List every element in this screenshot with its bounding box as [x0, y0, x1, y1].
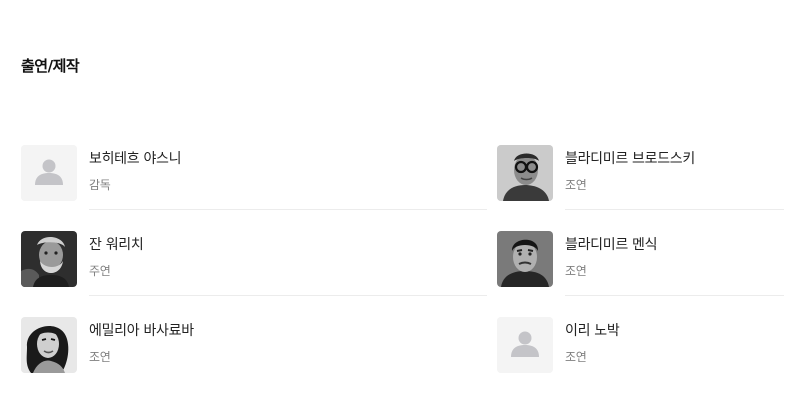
cast-name[interactable]: 잔 워리치 — [89, 236, 497, 254]
cast-item[interactable]: 이리 노박 조연 — [497, 317, 794, 373]
cast-item[interactable]: 잔 워리치 주연 — [21, 231, 497, 296]
cast-info: 보히테흐 야스니 감독 — [89, 145, 497, 210]
cast-item[interactable]: 에밀리아 바사료바 조연 — [21, 317, 497, 373]
cast-role: 조연 — [565, 350, 587, 364]
person-placeholder-icon — [21, 145, 77, 201]
cast-item[interactable]: 블라디미르 브로드스키 조연 — [497, 145, 794, 210]
cast-name[interactable]: 이리 노박 — [565, 322, 794, 340]
person-placeholder-icon — [497, 317, 553, 373]
cast-info: 블라디미르 멘식 조연 — [565, 231, 794, 296]
cast-role: 주연 — [89, 264, 111, 278]
cast-info: 이리 노박 조연 — [565, 317, 794, 373]
cast-info: 블라디미르 브로드스키 조연 — [565, 145, 794, 210]
section-title: 출연/제작 — [21, 57, 80, 75]
cast-photo — [497, 231, 553, 287]
cast-item[interactable]: 보히테흐 야스니 감독 — [21, 145, 497, 210]
cast-role: 조연 — [565, 178, 587, 192]
cast-name[interactable]: 에밀리아 바사료바 — [89, 322, 497, 340]
cast-role: 감독 — [89, 178, 111, 192]
cast-info: 잔 워리치 주연 — [89, 231, 497, 296]
cast-name[interactable]: 블라디미르 브로드스키 — [565, 150, 794, 168]
cast-item[interactable]: 블라디미르 멘식 조연 — [497, 231, 794, 296]
cast-name[interactable]: 블라디미르 멘식 — [565, 236, 794, 254]
cast-photo — [497, 145, 553, 201]
cast-photo — [21, 317, 77, 373]
cast-name[interactable]: 보히테흐 야스니 — [89, 150, 497, 168]
cast-photo — [21, 231, 77, 287]
cast-info: 에밀리아 바사료바 조연 — [89, 317, 497, 373]
cast-role: 조연 — [89, 350, 111, 364]
cast-list: 보히테흐 야스니 감독 블라디미르 브로드스키 조연 잔 워리치 주연 블라디미… — [21, 145, 794, 373]
cast-role: 조연 — [565, 264, 587, 278]
